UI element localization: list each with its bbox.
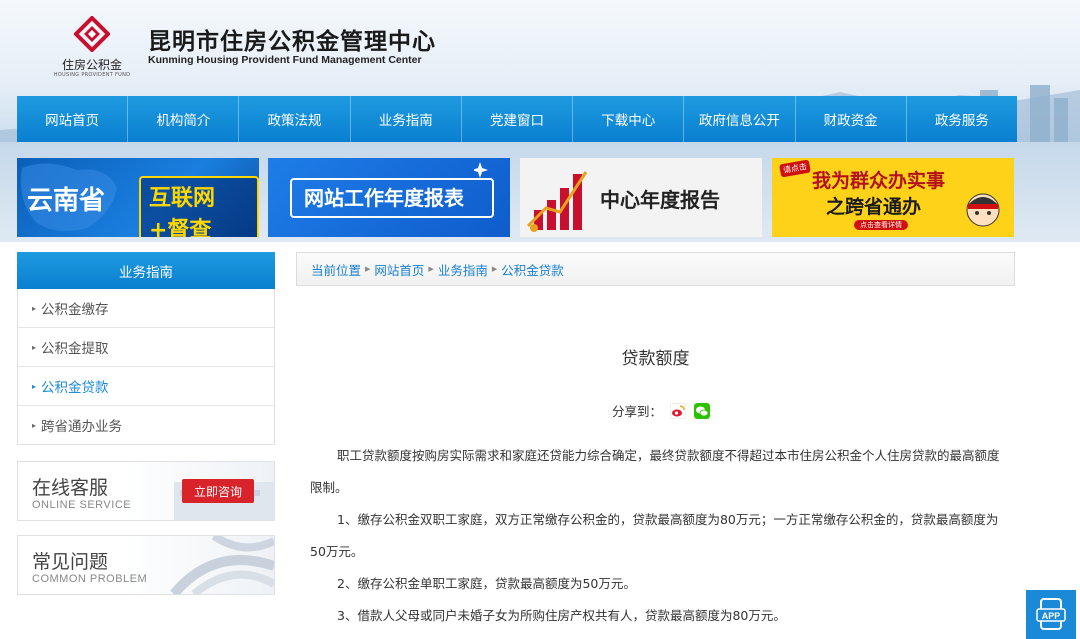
wechat-icon[interactable] (694, 402, 711, 419)
sidebar-item-cross-province[interactable]: ▸ 跨省通办业务 (18, 405, 274, 444)
chevron-right-icon: ▶ (428, 265, 434, 273)
nav-item-download[interactable]: 下载中心 (573, 96, 685, 142)
online-service-panel[interactable]: 在线客服 ONLINE SERVICE 立即咨询 (17, 461, 275, 521)
consult-now-button[interactable]: 立即咨询 (182, 479, 254, 503)
online-service-title: 在线客服 (32, 477, 109, 499)
banner-center-annual-report[interactable]: 中心年度报告 (520, 158, 762, 237)
banner-supervision-text: 互联网+督查 (139, 176, 259, 237)
chevron-right-icon: ▶ (365, 265, 371, 273)
bar-chart-icon (526, 171, 588, 232)
triangle-right-icon: ▸ (32, 303, 37, 313)
site-logo[interactable]: 住房公积金 HOUSING PROVIDENT FUND (52, 15, 132, 78)
sidebar-menu: ▸ 公积金缴存 ▸ 公积金提取 ▸ 公积金贷款 ▸ 跨省通办业务 (17, 289, 275, 445)
sidebar-item-label: 公积金缴存 (41, 302, 109, 318)
nav-item-guide[interactable]: 业务指南 (351, 96, 462, 142)
online-service-subtitle: ONLINE SERVICE (32, 499, 132, 511)
breadcrumb: 当前位置 ▶ 网站首页 ▶ 业务指南 ▶ 公积金贷款 (296, 252, 1015, 286)
banner-slogan-line2: 之跨省通办 (826, 196, 922, 218)
chevron-right-icon: ▶ (491, 265, 498, 273)
logo-icon (73, 15, 111, 53)
article-title: 贷款额度 (621, 349, 690, 369)
weibo-icon[interactable] (670, 402, 687, 419)
article-paragraph: 1、缴存公积金双职工家庭，双方正常缴存公积金的，贷款最高额度为80万元；一方正常… (310, 512, 999, 559)
site-subtitle: Kunming Housing Provident Fund Managemen… (148, 54, 422, 66)
article-paragraph: 3、借款人父母或同户未婚子女为所购住房产权共有人，贷款最高额度为80万元。 (337, 608, 786, 623)
breadcrumb-home-link[interactable]: 网站首页 (374, 260, 424, 279)
triangle-right-icon: ▸ (32, 420, 37, 430)
app-download-button[interactable]: APP (1026, 590, 1076, 639)
share-label: 分享到： (612, 404, 663, 419)
sparkle-icon (474, 162, 488, 178)
banner-annual-report-table[interactable]: 网站工作年度报表 (268, 158, 510, 237)
breadcrumb-label: 当前位置 (311, 262, 362, 278)
article-body: 职工贷款额度按购房实际需求和家庭还贷能力综合确定，最终贷款额度不得超过本市住房公… (310, 440, 1006, 632)
nav-item-party[interactable]: 党建窗口 (462, 96, 574, 142)
app-icon: APP (1036, 597, 1066, 630)
logo-text: 住房公积金 (61, 58, 122, 72)
sidebar-item-label: 跨省通办业务 (41, 419, 123, 435)
article-paragraph: 2、缴存公积金单职工家庭，贷款最高额度为50万元。 (337, 576, 636, 591)
sidebar-title: 业务指南 (17, 252, 275, 289)
sidebar-item-deposit[interactable]: ▸ 公积金缴存 (18, 289, 274, 327)
banner-center-report-text: 中心年度报告 (600, 188, 720, 212)
sidebar-item-loan[interactable]: ▸ 公积金贷款 (18, 366, 274, 405)
article-paragraph: 职工贷款额度按购房实际需求和家庭还贷能力综合确定，最终贷款额度不得超过本市住房公… (310, 448, 1000, 495)
banner-report-table-text: 网站工作年度报表 (304, 186, 464, 210)
main-nav: 网站首页 机构简介 政策法规 业务指南 党建窗口 下载中心 政府信息公开 财政资… (17, 96, 1017, 142)
banner-slogan-line1: 我为群众办实事 (812, 170, 946, 192)
faq-subtitle: COMMON PROBLEM (32, 573, 148, 585)
breadcrumb-guide-link[interactable]: 业务指南 (438, 260, 488, 279)
share-bar: 分享到： (612, 401, 711, 420)
site-title: 昆明市住房公积金管理中心 (148, 29, 436, 55)
triangle-right-icon: ▸ (32, 342, 37, 352)
nav-item-gov-info[interactable]: 政府信息公开 (684, 96, 796, 142)
nav-item-policy[interactable]: 政策法规 (239, 96, 351, 142)
swirl-road-image (170, 536, 274, 594)
banner-yunnan-text: 云南省 (27, 186, 106, 216)
logo-subtext: HOUSING PROVIDENT FUND (53, 72, 131, 78)
faq-title: 常见问题 (32, 551, 109, 573)
nav-item-gov-service[interactable]: 政务服务 (907, 96, 1017, 142)
sidebar-item-withdraw[interactable]: ▸ 公积金提取 (18, 327, 274, 366)
banner-detail-note: 点击查看详情 (854, 220, 908, 230)
nav-item-about[interactable]: 机构简介 (128, 96, 240, 142)
banner-tag: 请点击 (779, 159, 811, 178)
breadcrumb-loan-link[interactable]: 公积金贷款 (501, 260, 564, 279)
faq-panel[interactable]: 常见问题 COMMON PROBLEM (17, 535, 275, 595)
nav-item-home[interactable]: 网站首页 (17, 96, 129, 142)
app-button-label: APP (1042, 611, 1061, 621)
banner-cross-province[interactable]: 请点击 我为群众办实事 之跨省通办 点击查看详情 (772, 158, 1014, 237)
cartoon-character-icon (966, 193, 1000, 227)
nav-item-finance[interactable]: 财政资金 (796, 96, 907, 142)
triangle-right-icon: ▸ (32, 381, 37, 391)
banner-internet-supervision[interactable]: 云南省 互联网+督查 (17, 158, 259, 237)
sidebar-item-label: 公积金贷款 (41, 380, 109, 396)
sidebar-item-label: 公积金提取 (41, 341, 109, 357)
